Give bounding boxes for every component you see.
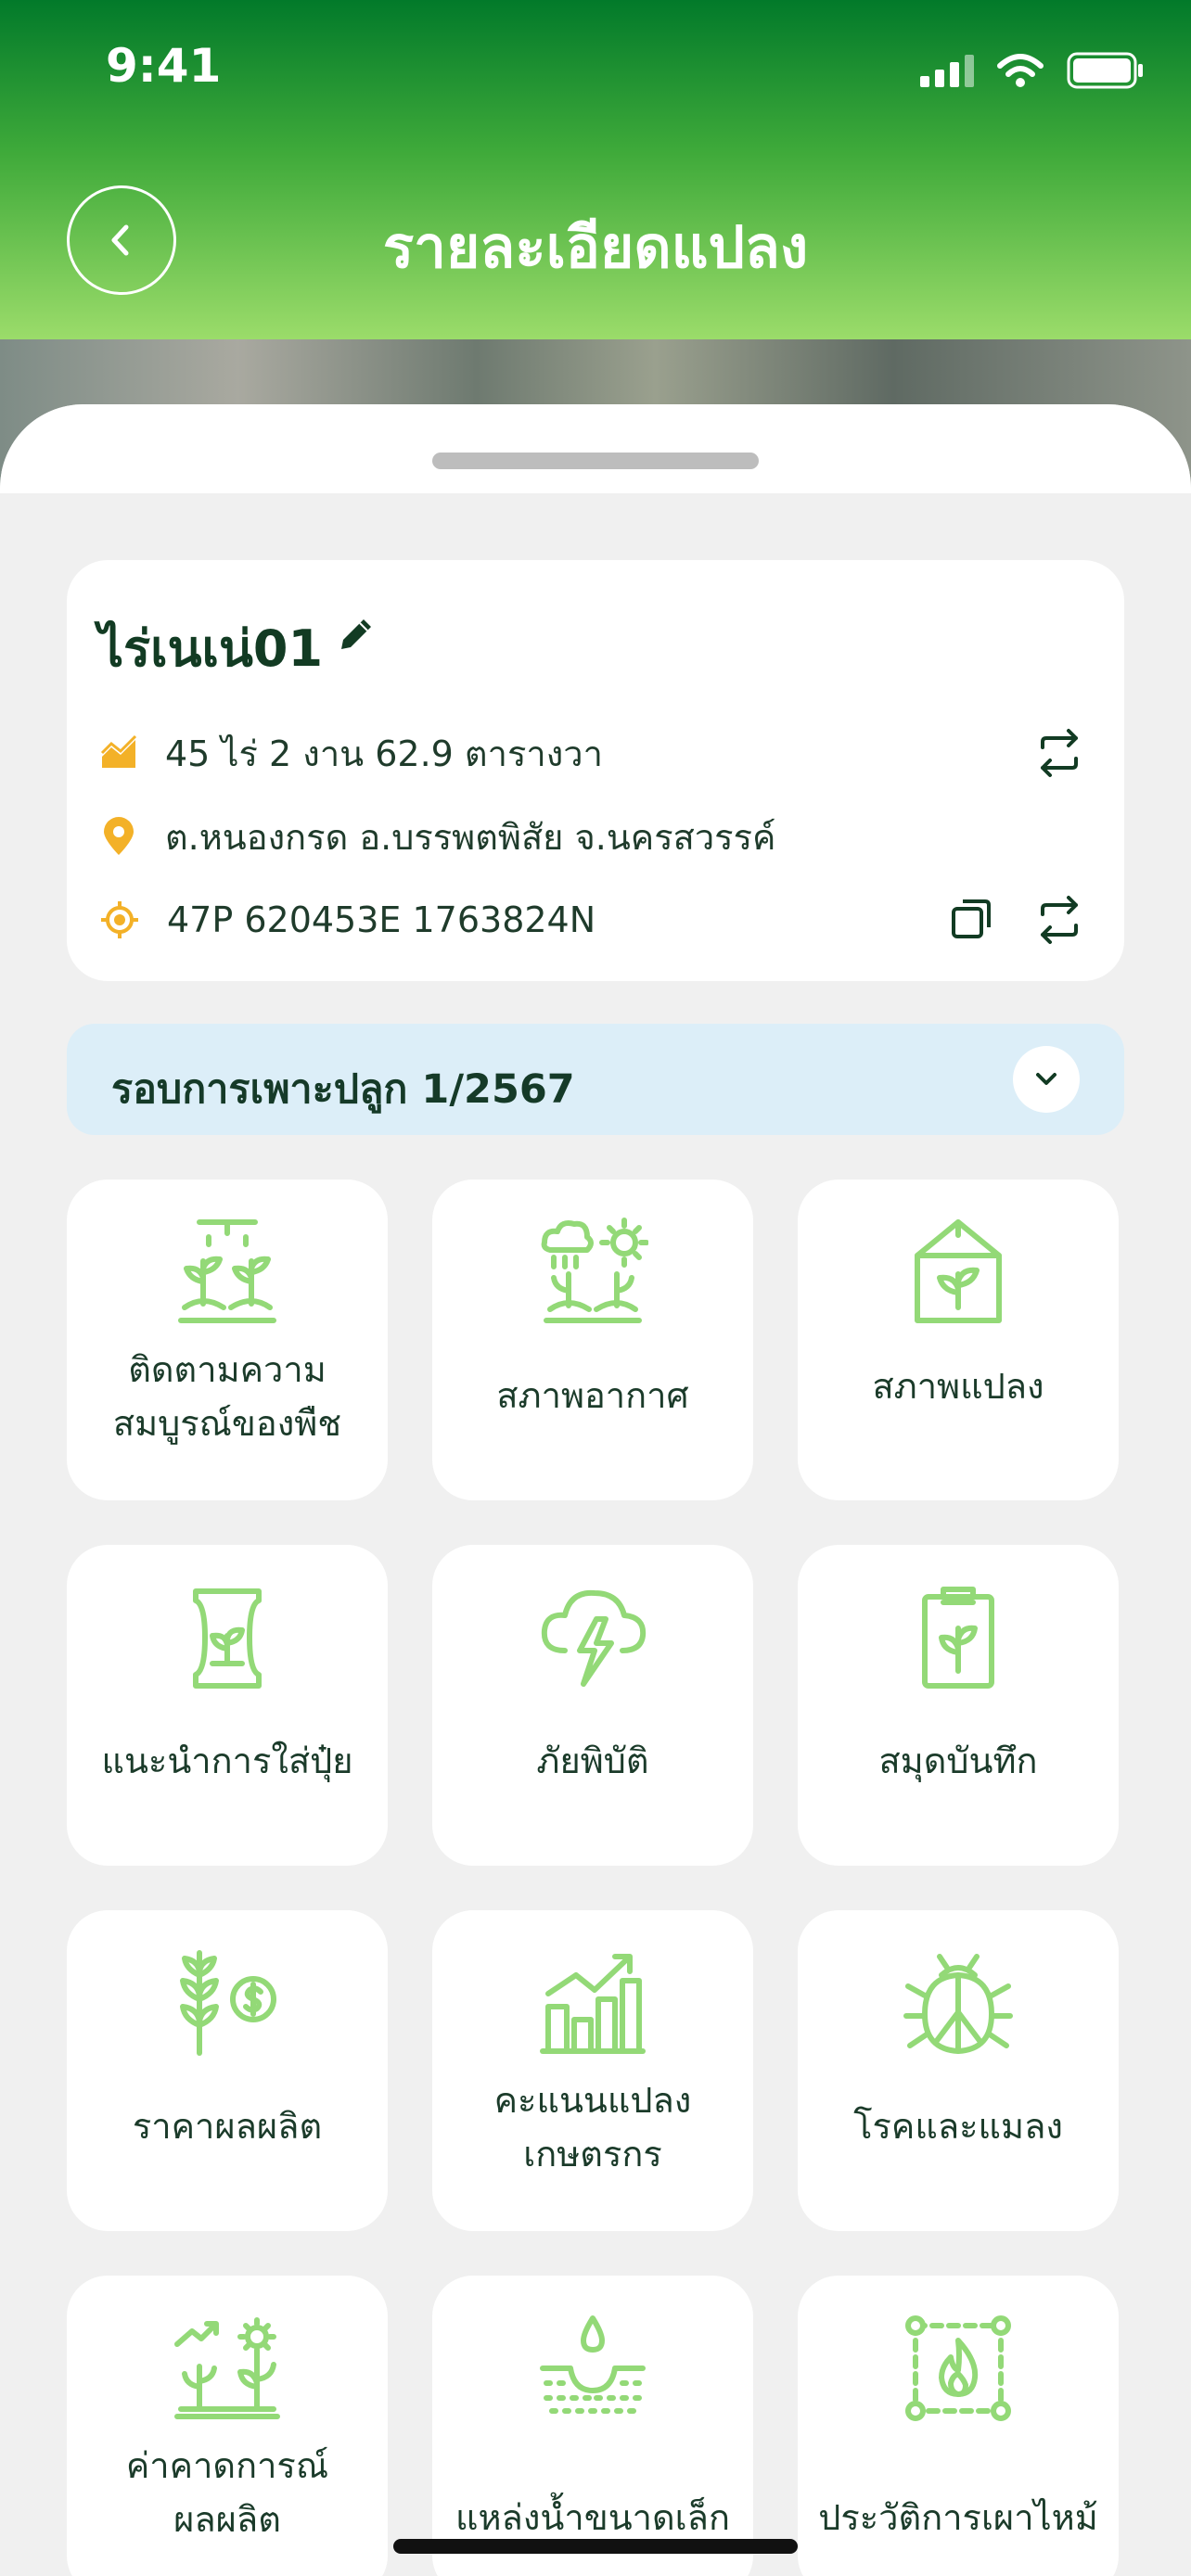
page-title: รายละเอียดแปลง xyxy=(382,213,809,281)
convert-coordinates-icon[interactable] xyxy=(1033,894,1085,946)
menu-tile-pest-disease[interactable]: โรคและแมลง xyxy=(798,1910,1119,2231)
home-indicator xyxy=(393,2539,798,2554)
season-label: รอบการเพาะปลูก 1/2567 xyxy=(111,1066,575,1113)
greenhouse-icon xyxy=(915,1219,1002,1323)
menu-tile-water-source[interactable]: แหล่งน้ำขนาดเล็ก xyxy=(432,2276,753,2576)
plot-info-card: ไร่เนเน่01 45 ไร่ 2 งาน 62.9 ตารางวา ต.ห… xyxy=(67,560,1124,981)
weather-icon xyxy=(541,1218,648,1323)
menu-tile-farmer-score[interactable]: คะแนนแปลง เกษตรกร xyxy=(432,1910,753,2231)
coordinate-row: 47P 620453E 1763824N xyxy=(100,892,596,948)
menu-tile-disaster[interactable]: ภัยพิบัติ xyxy=(432,1545,753,1866)
convert-units-icon[interactable] xyxy=(1033,727,1085,779)
area-chart-icon xyxy=(100,734,137,768)
battery-icon xyxy=(1067,52,1143,89)
menu-label: ราคาผลผลิต xyxy=(132,2106,323,2147)
plot-name: ไร่เนเน่01 xyxy=(98,619,324,678)
yield-forecast-icon xyxy=(174,2317,280,2419)
plot-address: ต.หนองกรด อ.บรรพตพิสัย จ.นครสวรรค์ xyxy=(165,816,776,858)
clipboard-plant-icon xyxy=(922,1587,994,1689)
bug-icon xyxy=(903,1954,1013,2054)
fertilizer-bag-icon xyxy=(193,1588,262,1689)
menu-tile-plant-health[interactable]: ติดตามความ สมบูรณ์ของพืช xyxy=(67,1180,388,1500)
status-time: 9:41 xyxy=(106,39,222,93)
edit-pencil-icon[interactable] xyxy=(336,614,377,655)
plot-area: 45 ไร่ 2 งาน 62.9 ตารางวา xyxy=(165,733,603,774)
grain-price-icon xyxy=(180,1950,276,2056)
menu-label: ติดตามความ สมบูรณ์ของพืช xyxy=(112,1349,342,1444)
menu-label: ค่าคาดการณ์ ผลผลิต xyxy=(125,2445,329,2540)
menu-tile-burn-history[interactable]: ประวัติการเผาไหม้ xyxy=(798,2276,1119,2576)
menu-label: แนะนำการใส่ปุ๋ย xyxy=(101,1741,353,1781)
menu-label: คะแนนแปลง เกษตรกร xyxy=(493,2080,692,2174)
copy-icon[interactable] xyxy=(948,894,996,942)
wifi-icon xyxy=(997,54,1044,87)
plot-coordinates: 47P 620453E 1763824N xyxy=(167,899,596,940)
menu-tile-plot-condition[interactable]: สภาพแปลง xyxy=(798,1180,1119,1500)
menu-tile-fertilizer[interactable]: แนะนำการใส่ปุ๋ย xyxy=(67,1545,388,1866)
menu-tile-weather[interactable]: สภาพอากาศ xyxy=(432,1180,753,1500)
status-icons xyxy=(918,52,1145,89)
bar-chart-icon xyxy=(540,1954,646,2054)
menu-label: แหล่งน้ำขนาดเล็ก xyxy=(455,2497,730,2538)
crosshair-icon xyxy=(101,901,138,938)
chevron-down-icon xyxy=(1036,1073,1057,1085)
menu-tile-notebook[interactable]: สมุดบันทึก xyxy=(798,1545,1119,1866)
menu-label: สภาพแปลง xyxy=(872,1366,1044,1407)
menu-label: สภาพอากาศ xyxy=(496,1375,689,1416)
menu-label: โรคและแมลง xyxy=(853,2106,1063,2147)
plant-growth-icon xyxy=(178,1219,276,1323)
detail-sheet: ไร่เนเน่01 45 ไร่ 2 งาน 62.9 ตารางวา ต.ห… xyxy=(0,404,1191,2576)
menu-tile-yield-forecast[interactable]: ค่าคาดการณ์ ผลผลิต xyxy=(67,2276,388,2576)
menu-label: สมุดบันทึก xyxy=(878,1741,1038,1781)
signal-icon xyxy=(920,55,974,87)
menu-label: ภัยพิบัติ xyxy=(536,1741,649,1781)
sheet-grabber[interactable] xyxy=(432,453,759,469)
menu-tile-produce-price[interactable]: ราคาผลผลิต xyxy=(67,1910,388,2231)
burn-history-icon xyxy=(905,2315,1011,2421)
water-source-icon xyxy=(540,2315,646,2414)
storm-icon xyxy=(541,1589,647,1687)
app-header: 9:41 รายละเอียดแปลง xyxy=(0,0,1191,339)
address-row: ต.หนองกรด อ.บรรพตพิสัย จ.นครสวรรค์ xyxy=(100,809,775,864)
season-selector[interactable]: รอบการเพาะปลูก 1/2567 xyxy=(67,1024,1124,1135)
location-pin-icon xyxy=(104,817,134,855)
season-dropdown-button[interactable] xyxy=(1013,1046,1080,1113)
menu-label: ประวัติการเผาไหม้ xyxy=(818,2497,1098,2538)
sheet-header xyxy=(0,404,1191,493)
area-row: 45 ไร่ 2 งาน 62.9 ตารางวา xyxy=(100,725,603,781)
